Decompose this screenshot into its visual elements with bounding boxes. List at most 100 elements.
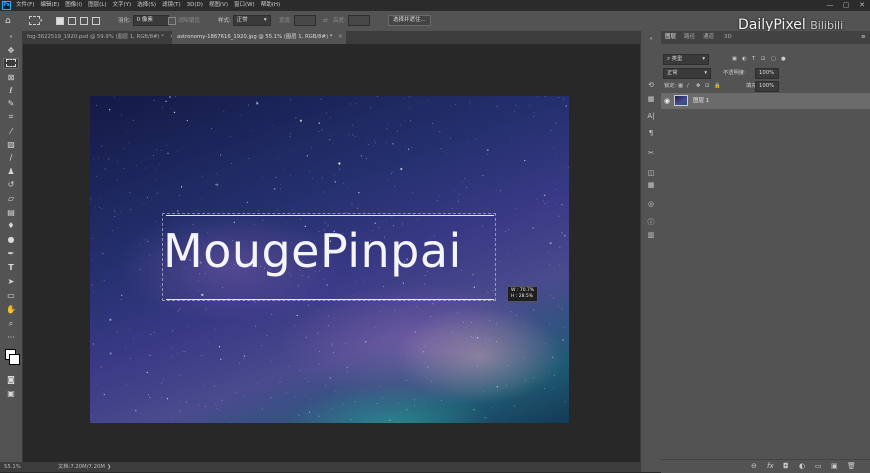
screen-mode-icon[interactable]: ▣ <box>3 388 19 399</box>
paragraph-panel-icon[interactable]: ¶ <box>645 128 657 138</box>
history-brush-tool-icon[interactable]: ↺ <box>3 179 19 190</box>
artboard-tool-icon[interactable]: ⊠ <box>3 72 19 83</box>
new-layer-icon[interactable]: ▣ <box>831 460 838 473</box>
close-window-button[interactable]: ✕ <box>854 0 870 11</box>
filter-pixel-icon[interactable]: ▣ <box>732 53 737 65</box>
clone-stamp-tool-icon[interactable]: ♟ <box>3 166 19 177</box>
layer-name[interactable]: 图层 1 <box>693 93 709 109</box>
menu-select[interactable]: 选择(S) <box>137 0 156 11</box>
lock-transparency-icon[interactable]: ▦ <box>678 80 683 92</box>
eraser-tool-icon[interactable]: ▱ <box>3 193 19 204</box>
close-tab-icon[interactable]: ✕ <box>338 34 342 40</box>
minimize-button[interactable]: — <box>822 0 838 11</box>
crop-tool-icon[interactable]: ⌗ <box>3 111 19 122</box>
layer-filter-select[interactable]: ⌕ 类型 ▾ <box>663 54 709 65</box>
quick-selection-tool-icon[interactable]: ✎ <box>3 98 19 109</box>
maximize-button[interactable]: ▢ <box>838 0 854 11</box>
dodge-tool-icon[interactable]: ● <box>3 234 19 245</box>
properties-panel-icon[interactable]: ▦ <box>645 94 657 104</box>
intersect-selection-icon[interactable] <box>92 17 100 25</box>
link-layers-icon[interactable]: ⊖ <box>751 460 757 473</box>
menu-filter[interactable]: 滤镜(T) <box>162 0 181 11</box>
add-selection-icon[interactable] <box>68 17 76 25</box>
color-swatches[interactable] <box>3 347 19 369</box>
swatches-panel-icon[interactable]: ◫ <box>645 168 657 178</box>
menu-3d[interactable]: 3D(D) <box>187 0 203 11</box>
menu-window[interactable]: 窗口(W) <box>234 0 255 11</box>
menu-help[interactable]: 帮助(H) <box>261 0 280 11</box>
tools-panel-icon[interactable]: ✂ <box>645 148 657 158</box>
background-color-swatch[interactable] <box>9 354 20 365</box>
tab-channels[interactable]: 通道 <box>703 31 714 44</box>
channels-panel-icon[interactable]: ◎ <box>645 199 657 209</box>
blur-tool-icon[interactable]: ♦ <box>3 220 19 231</box>
select-and-mask-button[interactable]: 选择并遮住... <box>388 15 431 26</box>
tab-astronomy-document[interactable]: astronomy-1867616_1920.jpg @ 55.1% (图层 1… <box>172 31 346 44</box>
info-panel-icon[interactable]: ⓘ <box>645 217 657 227</box>
marquee-preset-icon[interactable]: ▾ <box>29 11 43 31</box>
canvas-text[interactable]: MougePinpai <box>163 224 462 278</box>
type-tool-icon[interactable]: T <box>3 262 19 273</box>
zoom-tool-icon[interactable]: ⌕ <box>3 318 19 329</box>
grid-panel-icon[interactable]: ▦ <box>645 180 657 190</box>
status-menu-icon[interactable]: ❯ <box>107 462 111 472</box>
filter-toggle-icon[interactable]: ● <box>781 53 786 65</box>
layer-row[interactable]: ◉ 图层 1 <box>661 93 870 109</box>
quick-mask-icon[interactable]: ◙ <box>3 374 19 385</box>
tab-3d[interactable]: 3D <box>724 31 732 44</box>
lock-position-icon[interactable]: ✥ <box>696 80 700 92</box>
eye-icon[interactable]: ◉ <box>664 93 670 109</box>
pen-tool-icon[interactable]: ✒ <box>3 248 19 259</box>
eyedropper-tool-icon[interactable]: ⁄ <box>3 126 19 137</box>
blend-mode-select[interactable]: 正常 ▾ <box>663 68 711 79</box>
move-tool-icon[interactable]: ✥ <box>3 45 19 56</box>
zoom-level[interactable]: 55.1% <box>4 462 21 472</box>
brush-tool-icon[interactable]: ∕ <box>3 152 19 163</box>
filter-shape-icon[interactable]: ⊡ <box>761 53 765 65</box>
menu-file[interactable]: 文件(F) <box>16 0 34 11</box>
antialias-checkbox[interactable] <box>168 17 176 25</box>
new-group-icon[interactable]: ▭ <box>815 460 822 473</box>
height-input[interactable] <box>348 15 370 26</box>
width-input[interactable] <box>294 15 316 26</box>
trash-icon[interactable]: 🗑 <box>847 460 856 473</box>
path-selection-tool-icon[interactable]: ➤ <box>3 276 19 287</box>
style-select[interactable]: 正常 ▾ <box>233 15 271 26</box>
home-icon[interactable]: ⌂ <box>5 11 11 31</box>
new-selection-icon[interactable] <box>56 17 64 25</box>
hand-tool-icon[interactable]: ✋ <box>3 304 19 315</box>
document-canvas[interactable]: MougePinpai W : 70.7% H : 28.5% <box>90 96 569 423</box>
swap-icon[interactable]: ⇄ <box>323 11 328 31</box>
fill-input[interactable]: 100% <box>755 81 779 92</box>
history-panel-icon[interactable]: ⟲ <box>645 80 657 90</box>
menu-type[interactable]: 文字(Y) <box>113 0 132 11</box>
rectangle-tool-icon[interactable]: ▭ <box>3 290 19 301</box>
filter-adjustment-icon[interactable]: ◐ <box>742 53 747 65</box>
more-tools-icon[interactable]: ··· <box>3 332 19 343</box>
lasso-tool-icon[interactable]: ℓ <box>3 85 19 96</box>
character-panel-icon[interactable]: A| <box>645 111 657 121</box>
layer-style-icon[interactable]: fx <box>767 460 774 473</box>
collapse-toolbar-icon[interactable]: » <box>3 32 19 43</box>
adjustment-layer-icon[interactable]: ◐ <box>799 460 805 473</box>
healing-brush-tool-icon[interactable]: ▨ <box>3 139 19 150</box>
filter-type-icon[interactable]: T <box>752 53 755 65</box>
feather-input[interactable]: 0 像素 <box>133 15 169 26</box>
rectangular-marquee-tool-icon[interactable] <box>3 58 19 69</box>
collapse-panels-icon[interactable]: « <box>645 34 657 44</box>
tab-fog-document[interactable]: fog-3622519_1920.psd @ 59.9% (图层 1, RGB/… <box>22 31 172 44</box>
tab-layers[interactable]: 图层 <box>665 31 676 44</box>
tab-paths[interactable]: 路径 <box>684 31 695 44</box>
lock-all-icon[interactable]: 🔒 <box>714 80 721 92</box>
opacity-input[interactable]: 100% <box>755 68 779 79</box>
menu-layer[interactable]: 图层(L) <box>88 0 106 11</box>
menu-view[interactable]: 视图(V) <box>209 0 228 11</box>
menu-image[interactable]: 图像(I) <box>65 0 82 11</box>
subtract-selection-icon[interactable] <box>80 17 88 25</box>
gradient-tool-icon[interactable]: ▤ <box>3 207 19 218</box>
adjustments-panel-icon[interactable]: ▥ <box>645 230 657 240</box>
lock-pixels-icon[interactable]: ∕ <box>687 80 689 92</box>
panel-menu-icon[interactable]: ≡ <box>861 31 866 44</box>
lock-artboard-icon[interactable]: ⊡ <box>705 80 709 92</box>
filter-smart-object-icon[interactable]: ▢ <box>771 53 776 65</box>
